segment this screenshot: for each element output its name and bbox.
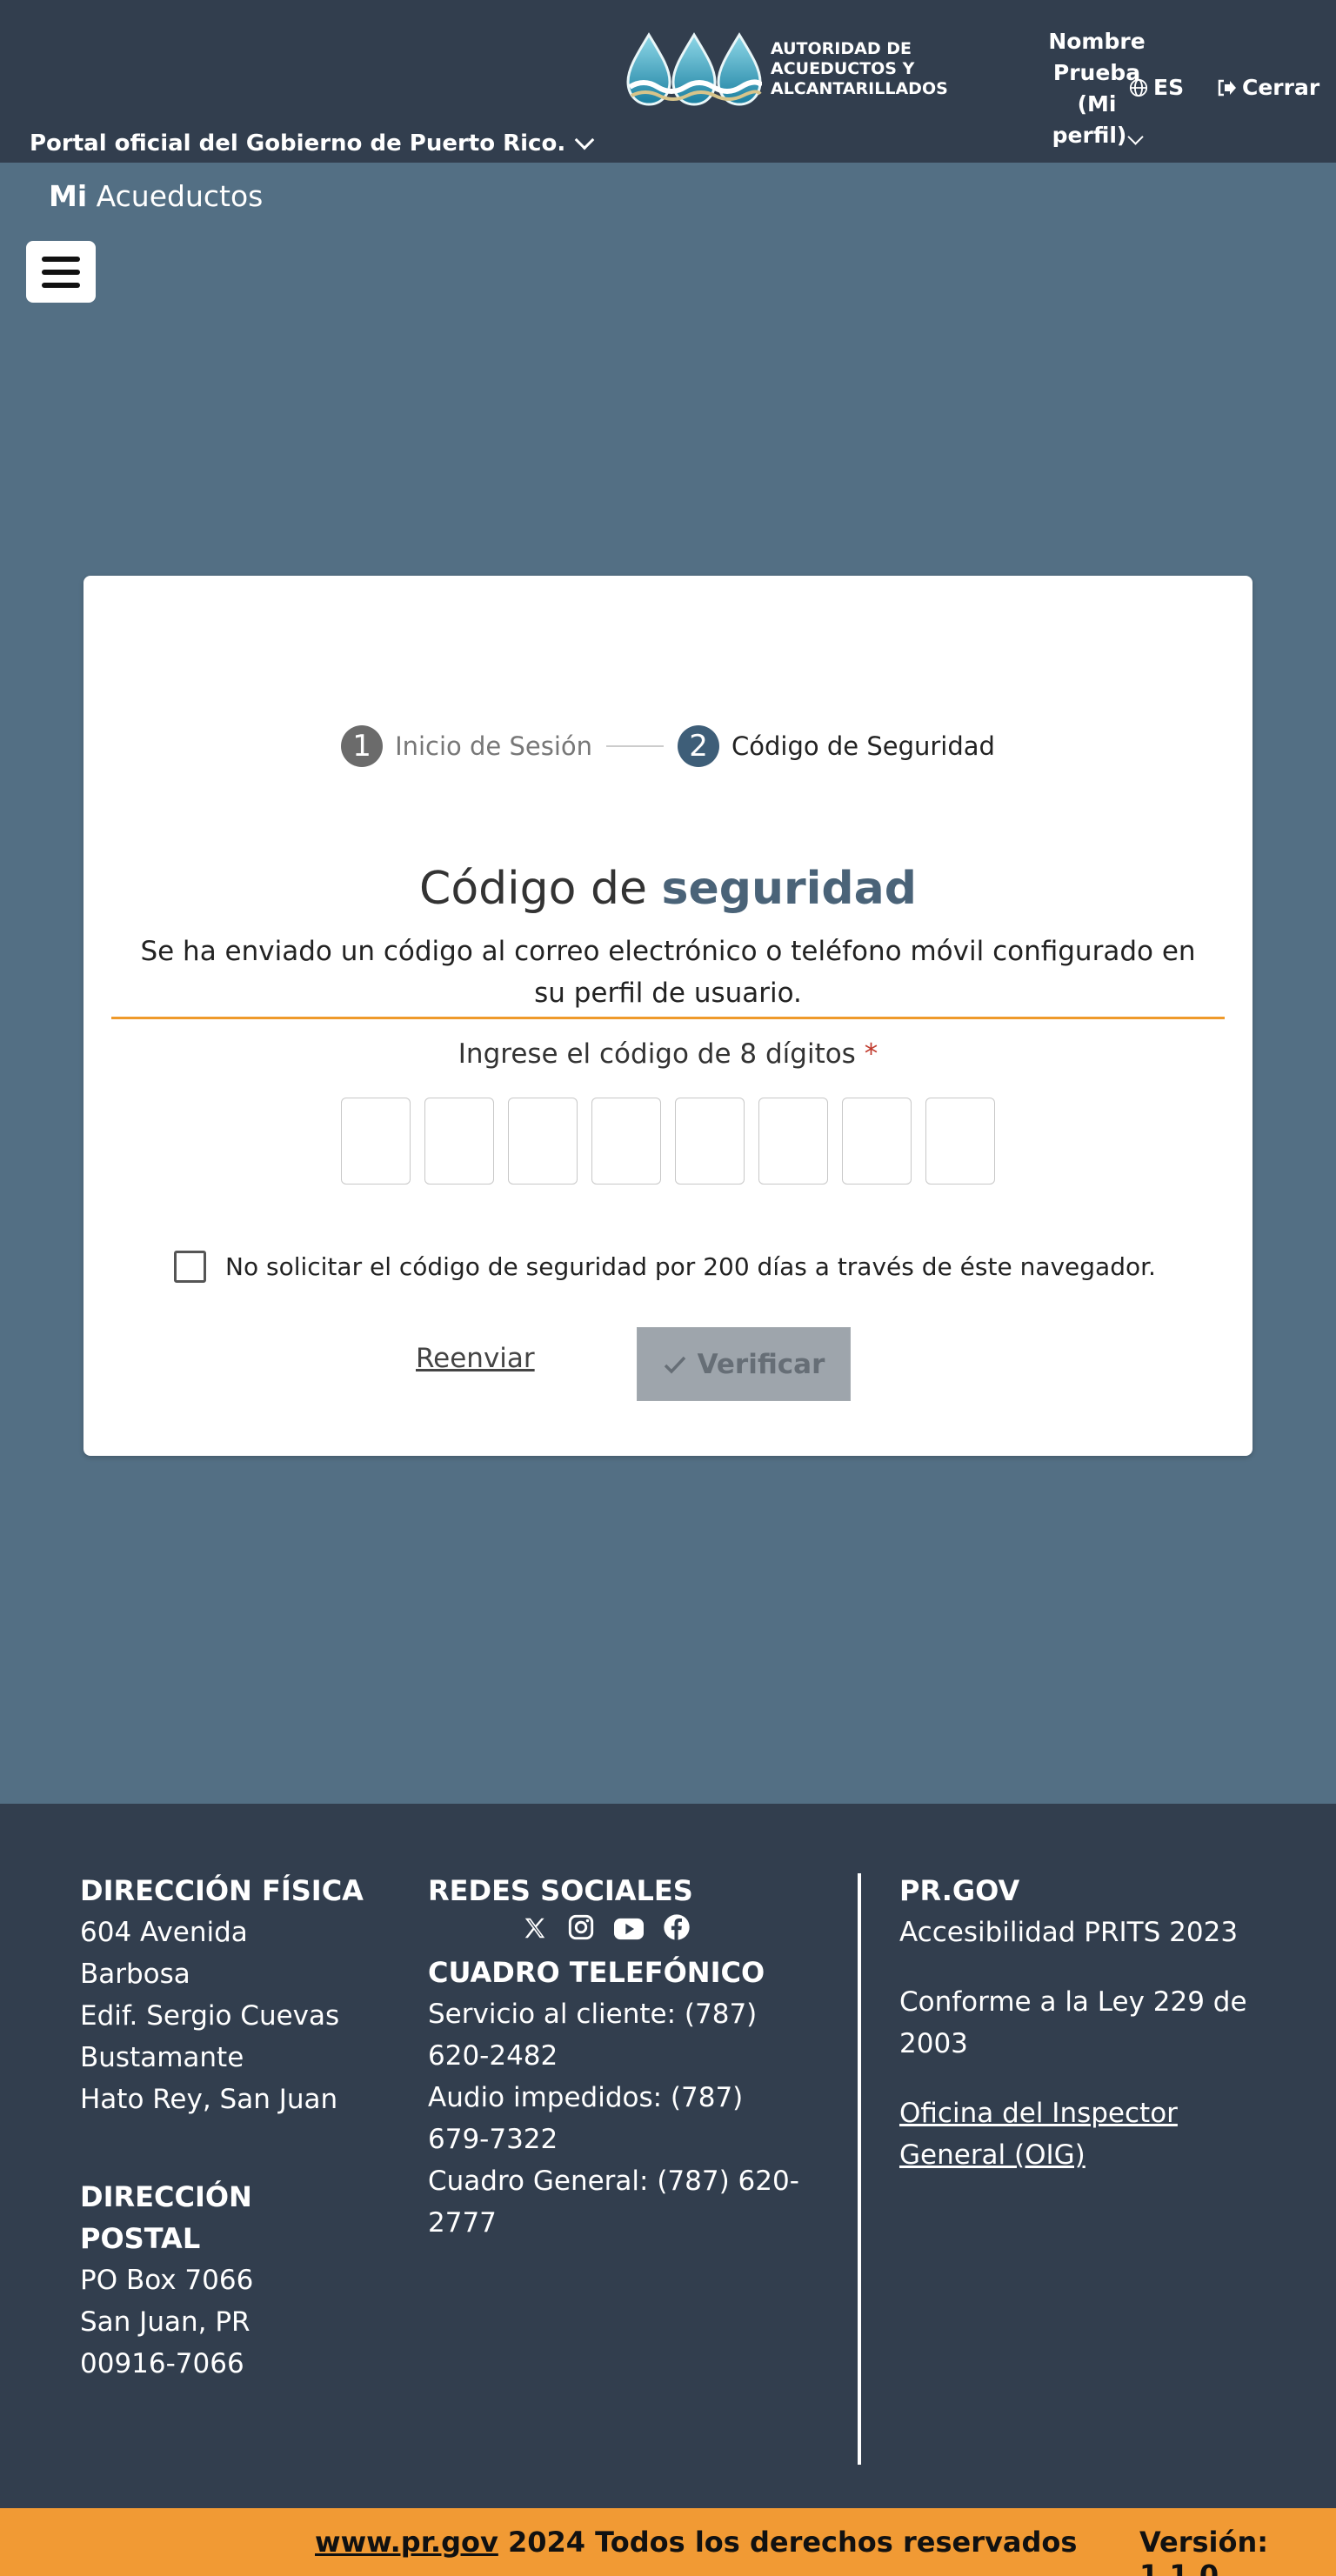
code-digit-6[interactable]: [758, 1098, 828, 1185]
remember-browser-label[interactable]: No solicitar el código de seguridad por …: [225, 1252, 1156, 1281]
required-marker: *: [864, 1038, 878, 1070]
physical-address-line: 604 Avenida: [80, 1917, 248, 1948]
remember-browser-checkbox[interactable]: [174, 1251, 206, 1283]
page-title: Código de seguridad: [84, 863, 1252, 915]
physical-address-line: Hato Rey, San Juan: [80, 2084, 338, 2115]
version-label: Versión: 1.1.0: [1139, 2526, 1269, 2576]
resend-link[interactable]: Reenviar: [416, 1343, 535, 1374]
physical-address-line: Edif. Sergio Cuevas: [80, 2000, 340, 2032]
prgov-title: PR.GOV: [899, 1874, 1020, 1907]
logo[interactable]: AUTORIDAD DE ACUEDUCTOS Y ALCANTARILLADO…: [626, 31, 1023, 106]
postal-address-line: PO Box 7066: [80, 2265, 254, 2296]
phone-title: CUADRO TELEFÓNICO: [428, 1956, 765, 1989]
gov-portal-label: Portal oficial del Gobierno de Puerto Ri…: [30, 130, 566, 157]
physical-address-title: DIRECCIÓN FÍSICA: [80, 1874, 364, 1907]
physical-address-line: Barbosa: [80, 1959, 190, 1990]
youtube-icon[interactable]: [614, 1912, 644, 1953]
postal-address-line: San Juan, PR: [80, 2306, 250, 2338]
code-digit-8[interactable]: [925, 1098, 995, 1185]
law-compliance-text: Conforme a la Ley 229 de: [899, 1986, 1247, 2018]
code-digit-7[interactable]: [842, 1098, 912, 1185]
postal-address-title: DIRECCIÓN: [80, 2180, 252, 2213]
logout-label: Cerrar: [1242, 75, 1320, 100]
verify-label: Verificar: [697, 1348, 825, 1380]
physical-address-line: Bustamante: [80, 2042, 244, 2073]
title-highlight: seguridad: [661, 863, 917, 915]
x-twitter-icon[interactable]: [522, 1912, 548, 1953]
copyright-label: 2024 Todos los derechos reservados: [498, 2526, 1078, 2559]
social-links: [522, 1913, 819, 1952]
postal-address-line: 00916-7066: [80, 2348, 244, 2379]
hamburger-menu-button[interactable]: [26, 241, 96, 303]
step-1-indicator: 1: [341, 725, 384, 767]
social-title: REDES SOCIALES: [428, 1874, 693, 1907]
verify-button[interactable]: Verificar: [637, 1327, 851, 1401]
code-digit-4[interactable]: [591, 1098, 661, 1185]
phone-line: Cuadro General: (787) 620-: [428, 2166, 799, 2197]
site-footer: DIRECCIÓN FÍSICA 604 Avenida Barbosa Edi…: [0, 1804, 1336, 2508]
login-stepper: 1 Inicio de Sesión 2 Código de Seguridad: [84, 725, 1252, 767]
phone-line: Audio impedidos: (787): [428, 2082, 744, 2113]
chevron-down-icon: [1127, 129, 1145, 145]
security-code-card: 1 Inicio de Sesión 2 Código de Seguridad…: [84, 576, 1252, 1456]
facebook-icon[interactable]: [663, 1912, 691, 1953]
sign-out-icon: [1218, 79, 1236, 96]
remember-browser-option: No solicitar el código de seguridad por …: [174, 1251, 1156, 1283]
accessibility-text: Accesibilidad PRITS 2023: [899, 1917, 1239, 1948]
chevron-down-icon: [574, 130, 595, 150]
check-icon: [664, 1356, 685, 1374]
footer-contact: REDES SOCIALES CUADRO TELEFÓNICO Servici…: [428, 1870, 819, 2244]
globe-icon: [1129, 78, 1148, 97]
logo-text: AUTORIDAD DE ACUEDUCTOS Y ALCANTARILLADO…: [771, 38, 948, 98]
step-connector: [606, 745, 665, 747]
prgov-site-link[interactable]: www.pr.gov: [315, 2526, 498, 2559]
top-header: AUTORIDAD DE ACUEDUCTOS Y ALCANTARILLADO…: [0, 0, 1336, 163]
phone-line: 679-7322: [428, 2124, 558, 2155]
language-selector[interactable]: ES: [1129, 75, 1184, 100]
app-name-suffix: Acueductos: [96, 179, 264, 213]
language-label: ES: [1153, 75, 1185, 100]
hamburger-menu-icon: [42, 256, 80, 262]
gov-portal-dropdown[interactable]: Portal oficial del Gobierno de Puerto Ri…: [30, 130, 595, 157]
postal-address-title: POSTAL: [80, 2222, 201, 2255]
step-1-label: Inicio de Sesión: [395, 731, 593, 761]
copyright-bar: www.pr.gov 2024 Todos los derechos reser…: [0, 2508, 1336, 2576]
law-compliance-text: 2003: [899, 2028, 968, 2059]
phone-line: 620-2482: [428, 2040, 558, 2072]
footer-divider: [858, 1873, 861, 2465]
footer-prgov: PR.GOV Accesibilidad PRITS 2023 Conforme…: [899, 1870, 1299, 2176]
code-digit-1[interactable]: [341, 1098, 411, 1185]
instructions-text: Se ha enviado un código al correo electr…: [140, 936, 1196, 1009]
footer-addresses: DIRECCIÓN FÍSICA 604 Avenida Barbosa Edi…: [80, 1870, 367, 2385]
step-2-label: Código de Seguridad: [731, 731, 995, 761]
orange-divider: [111, 1017, 1225, 1019]
code-label-text: Ingrese el código de 8 dígitos: [458, 1038, 856, 1070]
logout-button[interactable]: Cerrar: [1216, 75, 1319, 100]
code-input-group: [84, 1098, 1252, 1185]
code-digit-5[interactable]: [675, 1098, 745, 1185]
code-digit-2[interactable]: [424, 1098, 494, 1185]
phone-line: Servicio al cliente: (787): [428, 1999, 758, 2030]
oig-link[interactable]: Oficina del Inspector: [899, 2092, 1299, 2134]
step-2-indicator: 2: [678, 725, 720, 767]
oig-link[interactable]: General (OIG): [899, 2134, 1299, 2176]
app-name-prefix: Mi: [49, 179, 88, 213]
code-digit-3[interactable]: [508, 1098, 578, 1185]
title-prefix: Código de: [419, 863, 647, 915]
phone-line: 2777: [428, 2207, 497, 2239]
copyright-text: www.pr.gov 2024 Todos los derechos reser…: [315, 2526, 1077, 2559]
code-input-label: Ingrese el código de 8 dígitos *: [84, 1038, 1252, 1070]
app-name: Mi Acueductos: [49, 179, 263, 213]
instagram-icon[interactable]: [567, 1912, 595, 1953]
water-drops-logo-icon: [626, 32, 762, 106]
